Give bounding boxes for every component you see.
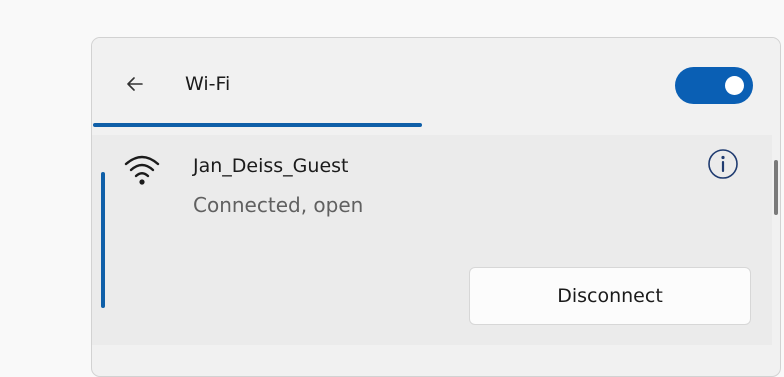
wifi-toggle[interactable] [675,67,753,104]
selection-indicator [101,172,105,308]
scrollbar-thumb[interactable] [774,160,778,215]
disconnect-button[interactable]: Disconnect [469,267,751,325]
active-indicator [93,123,422,127]
network-status: Connected, open [193,193,364,217]
network-list-item[interactable]: Jan_Deiss_Guest Connected, open Disconne… [92,135,772,345]
page-title: Wi-Fi [185,73,231,95]
back-arrow-icon [127,77,143,91]
wifi-flyout-panel: Wi-Fi Jan_Deiss_Guest Connected, open Di… [91,37,781,377]
info-icon[interactable] [706,147,740,181]
toggle-knob [725,76,744,95]
wifi-header: Wi-Fi [92,38,780,138]
wifi-signal-icon [124,155,160,185]
network-name: Jan_Deiss_Guest [193,155,349,177]
back-button[interactable] [122,71,148,97]
